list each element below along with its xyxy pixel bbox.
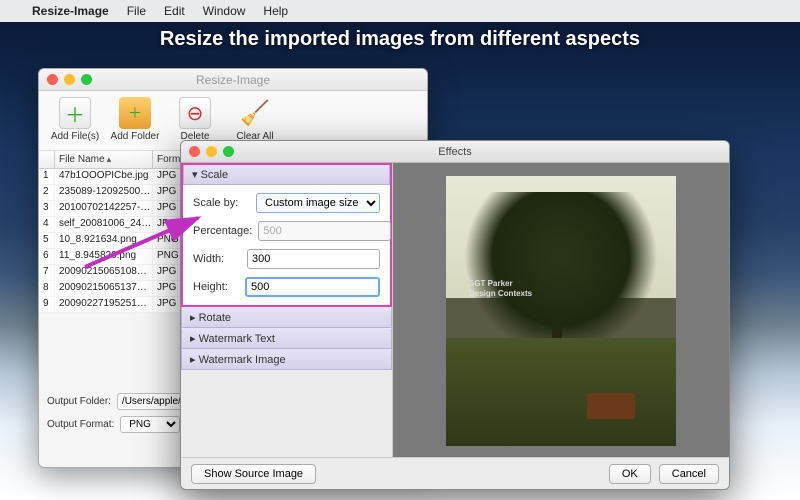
add-folder-icon: ＋ [119,97,151,129]
add-folder-label: Add Folder [111,131,160,142]
cancel-button[interactable]: Cancel [659,464,719,484]
section-rotate[interactable]: ▸ Rotate [181,307,392,328]
promo-heading: Resize the imported images from differen… [0,28,800,51]
scale-by-select[interactable]: Custom image size [256,193,380,213]
menu-help[interactable]: Help [263,4,288,18]
scale-panel: Scale by: Custom image size Percentage: … [181,185,392,307]
col-filename[interactable]: File Name▴ [55,151,153,168]
effects-footer: Show Source Image OK Cancel [181,457,729,489]
delete-icon: ⊖ [179,97,211,129]
width-label: Width: [193,253,241,265]
effects-window: Effects ▾ Scale Scale by: Custom image s… [180,140,730,490]
main-titlebar: Resize-Image [39,69,427,91]
output-folder-label: Output Folder: [47,396,111,407]
menu-file[interactable]: File [127,4,146,18]
section-watermark-image[interactable]: ▸ Watermark Image [181,349,392,370]
col-num[interactable] [39,151,55,168]
section-scale[interactable]: ▾ Scale [183,165,390,185]
menubar-appname[interactable]: Resize-Image [32,4,109,18]
height-label: Height: [193,281,239,293]
output-format-label: Output Format: [47,419,114,430]
percentage-input [258,221,391,241]
section-watermark-text[interactable]: ▸ Watermark Text [181,328,392,349]
clear-all-icon: 🧹 [239,97,271,129]
menu-window[interactable]: Window [203,4,246,18]
output-format-select[interactable]: PNG [120,416,180,433]
scale-by-label: Scale by: [193,197,250,209]
system-menubar: Resize-Image File Edit Window Help [0,0,800,22]
main-window-title: Resize-Image [39,73,427,87]
add-files-button[interactable]: ＋ Add File(s) [49,97,101,148]
sort-asc-icon: ▴ [107,154,112,165]
add-folder-button[interactable]: ＋ Add Folder [109,97,161,148]
add-files-label: Add File(s) [51,131,99,142]
percentage-label: Percentage: [193,225,252,237]
height-input[interactable] [245,277,380,297]
add-file-icon: ＋ [59,97,91,129]
ok-button[interactable]: OK [609,464,651,484]
menu-edit[interactable]: Edit [164,4,185,18]
preview-image: SGT ParkerDesign Contexts [446,176,676,446]
preview-text-1: SGT Parker [469,279,532,289]
effects-titlebar: Effects [181,141,729,163]
width-input[interactable] [247,249,380,269]
effects-sidebar: ▾ Scale Scale by: Custom image size Perc… [181,163,393,459]
preview-text-2: Design Contexts [469,289,532,299]
effects-title: Effects [181,146,729,158]
show-source-button[interactable]: Show Source Image [191,464,316,484]
preview-area: SGT ParkerDesign Contexts [393,163,729,459]
